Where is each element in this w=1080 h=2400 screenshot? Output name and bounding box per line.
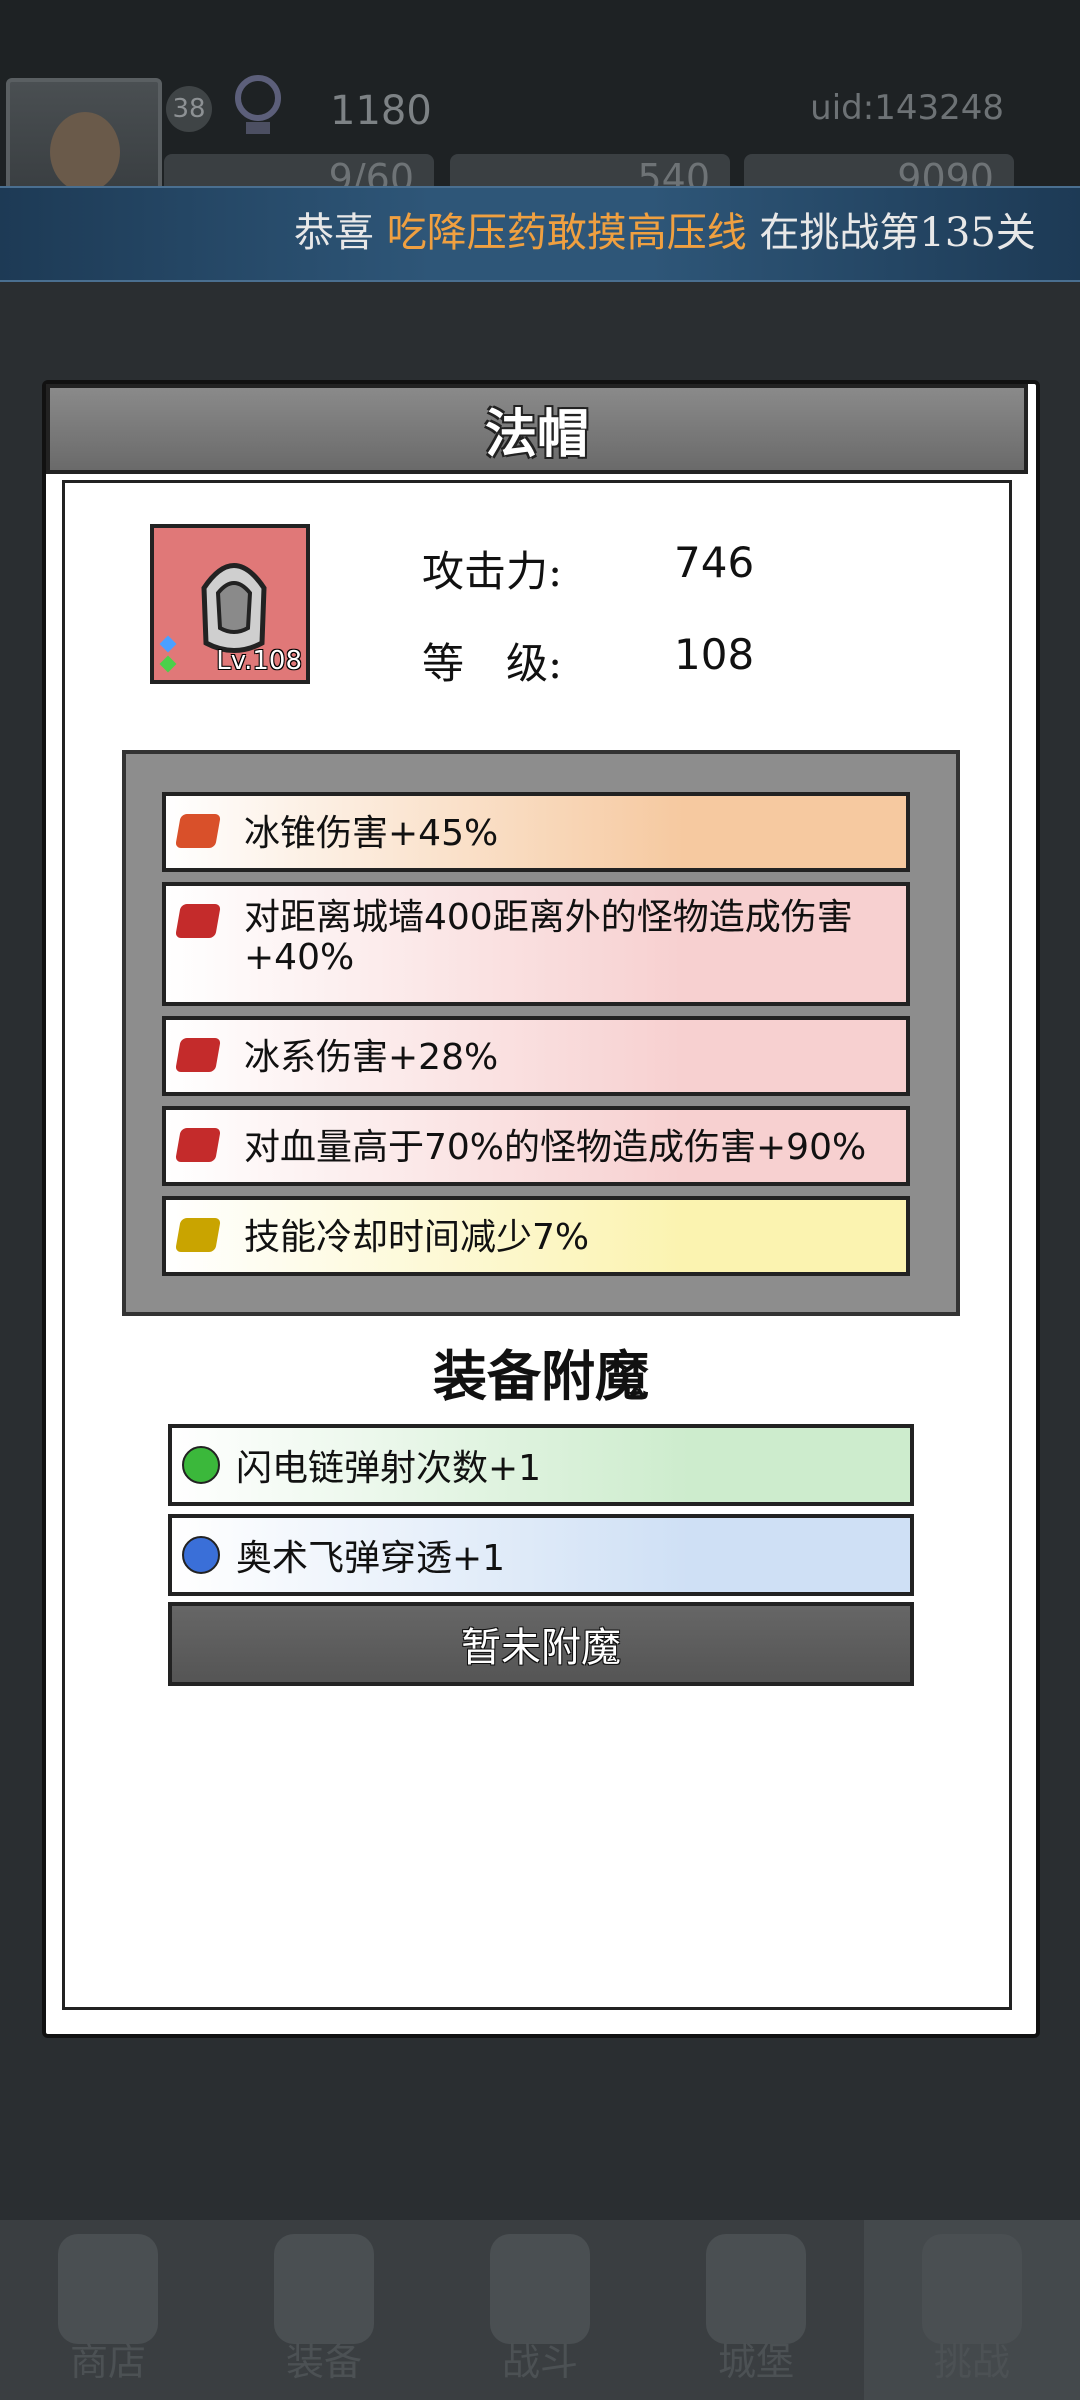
- socket-green-icon: [159, 655, 177, 673]
- enchant-empty-label: 暂未附魔: [461, 1625, 621, 1671]
- avatar-face: [50, 112, 120, 192]
- affix-text: 对距离城墙400距离外的怪物造成伤害+40%: [244, 897, 853, 978]
- modal-title-bar: 法帽: [46, 384, 1028, 474]
- stat-attack-value: 746: [674, 538, 755, 587]
- affix-text: 冰系伤害+28%: [244, 1037, 499, 1078]
- hood-icon: [201, 563, 267, 653]
- affix-gem-icon: [175, 1218, 221, 1252]
- nav-tab-castle[interactable]: 城堡: [648, 2220, 864, 2400]
- enchant-gem-icon: [182, 1446, 220, 1484]
- affix-gem-icon: [175, 1038, 221, 1072]
- affix-row: 技能冷却时间减少7%: [162, 1196, 910, 1276]
- announcement-ticker: 恭喜 吃降压药敢摸高压线 在挑战第135关: [0, 186, 1080, 282]
- nav-tab-battle[interactable]: 战斗: [432, 2220, 648, 2400]
- trophy-icon: [235, 75, 281, 134]
- player-level-badge: 38: [166, 86, 212, 132]
- shield-emblem-icon: [922, 2234, 1022, 2344]
- modal-title: 法帽: [484, 404, 589, 465]
- crossed-swords-icon: [490, 2234, 590, 2344]
- enchant-gem-icon: [182, 1536, 220, 1574]
- backpack-icon: [274, 2234, 374, 2344]
- affix-gem-icon: [175, 904, 221, 938]
- player-uid: uid:143248: [810, 88, 1004, 128]
- stat-level-value: 108: [674, 630, 755, 679]
- enchant-empty-slot[interactable]: 暂未附魔: [168, 1602, 914, 1686]
- combat-power: 1180: [330, 88, 432, 134]
- affix-text: 技能冷却时间减少7%: [244, 1217, 590, 1258]
- affix-row: 对距离城墙400距离外的怪物造成伤害+40%: [162, 882, 910, 1006]
- ticker-player-name: 吃降压药敢摸高压线: [386, 210, 747, 256]
- ticker-prefix: 恭喜: [294, 210, 387, 256]
- item-detail-modal: 法帽 Lv.108 攻击力: 746 等 级: 108 冰锥伤害+45% 对距离…: [42, 380, 1040, 2038]
- affix-text: 冰锥伤害+45%: [244, 813, 499, 854]
- enchant-heading: 装备附魔: [433, 1344, 649, 1408]
- nav-tab-equipment[interactable]: 装备: [216, 2220, 432, 2400]
- item-level-label: Lv.108: [216, 646, 302, 676]
- affix-row: 对血量高于70%的怪物造成伤害+90%: [162, 1106, 910, 1186]
- stat-attack-label: 攻击力:: [422, 547, 563, 596]
- castle-icon: [706, 2234, 806, 2344]
- enchant-slot[interactable]: 闪电链弹射次数+1: [168, 1424, 914, 1506]
- shop-icon: [58, 2234, 158, 2344]
- enchant-slot[interactable]: 奥术飞弹穿透+1: [168, 1514, 914, 1596]
- nav-tab-challenge[interactable]: 挑战: [864, 2220, 1080, 2400]
- enchant-text: 闪电链弹射次数+1: [236, 1448, 542, 1489]
- affix-text: 对血量高于70%的怪物造成伤害+90%: [244, 1127, 867, 1168]
- affix-panel: 冰锥伤害+45% 对距离城墙400距离外的怪物造成伤害+40% 冰系伤害+28%…: [122, 750, 960, 1316]
- affix-gem-icon: [175, 1128, 221, 1162]
- socket-blue-icon: [159, 635, 177, 653]
- enchant-text: 奥术飞弹穿透+1: [236, 1538, 506, 1579]
- affix-gem-icon: [175, 814, 221, 848]
- ticker-suffix: 在挑战第135关: [746, 210, 1036, 256]
- affix-row: 冰系伤害+28%: [162, 1016, 910, 1096]
- stat-level-label: 等 级:: [422, 639, 563, 688]
- item-icon-frame: Lv.108: [150, 524, 310, 684]
- affix-row: 冰锥伤害+45%: [162, 792, 910, 872]
- nav-tab-shop[interactable]: 商店: [0, 2220, 216, 2400]
